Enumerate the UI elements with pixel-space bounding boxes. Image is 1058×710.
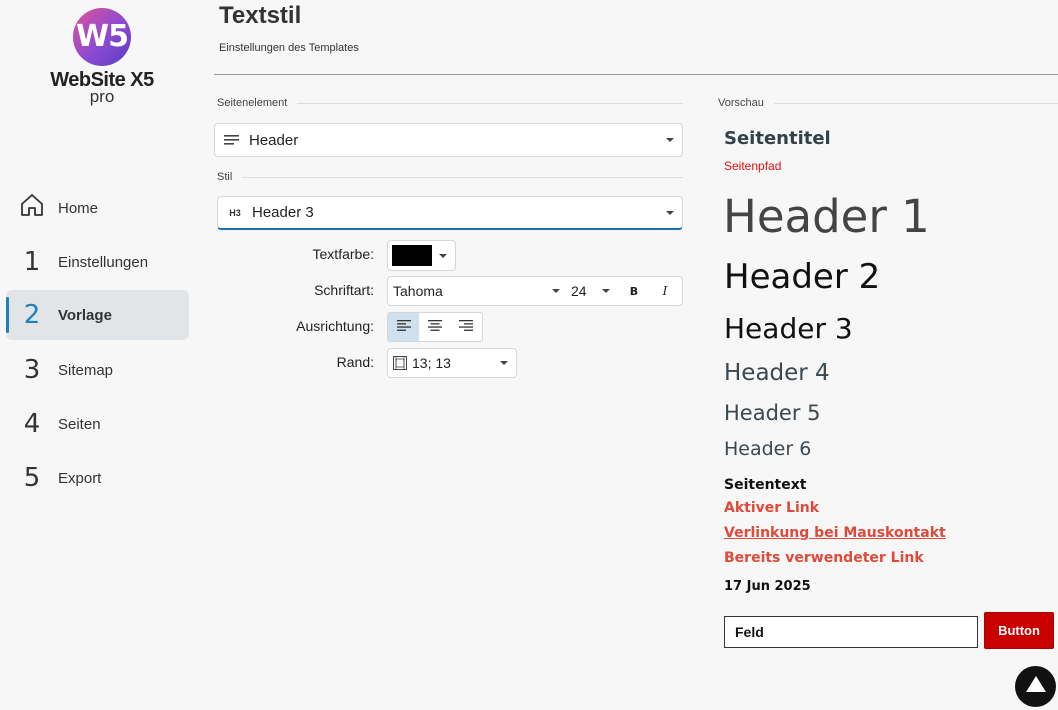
seitenelement-section: Seitenelement	[217, 97, 683, 109]
preview-date: 17 Jun 2025	[724, 579, 811, 594]
chevron-down-icon	[439, 253, 447, 258]
vorschau-label: Vorschau	[718, 97, 764, 109]
align-right-button[interactable]	[450, 313, 481, 341]
section-divider	[297, 102, 683, 104]
preview-visited-link[interactable]: Bereits verwendeter Link	[724, 550, 924, 566]
align-left-icon	[396, 318, 411, 336]
page-title: Textstil	[219, 2, 302, 29]
section-divider	[242, 176, 683, 178]
lines-icon	[215, 134, 249, 146]
app-logo: W5 WebSite X5 pro	[48, 8, 156, 106]
step-number: 2	[23, 300, 41, 330]
preview-hover-link[interactable]: Verlinkung bei Mauskontakt	[724, 525, 946, 541]
chevron-down-icon	[500, 361, 508, 365]
step-number: 5	[23, 463, 41, 493]
margin-icon	[388, 356, 412, 370]
preview-header-2: Header 2	[724, 257, 881, 297]
logo-mark: W5	[73, 8, 131, 66]
preview-header-1: Header 1	[723, 190, 930, 243]
scroll-to-top-button[interactable]	[1015, 666, 1056, 707]
stil-section: Stil	[217, 171, 683, 183]
align-center-icon	[427, 318, 442, 336]
sidebar-item-einstellungen[interactable]: 1 Einstellungen	[6, 237, 189, 287]
chevron-down-icon	[602, 289, 610, 293]
ausrichtung-label: Ausrichtung:	[296, 318, 374, 334]
vorschau-section: Vorschau	[718, 97, 1058, 109]
color-swatch	[392, 245, 432, 266]
sidebar: W5 WebSite X5 pro Home 1 Einstellungen 2…	[0, 0, 200, 710]
sidebar-item-home[interactable]: Home	[6, 183, 189, 233]
home-icon	[6, 192, 58, 225]
triangle-up-icon	[1025, 675, 1047, 698]
sidebar-item-label: Sitemap	[58, 361, 114, 379]
seitenelement-label: Seitenelement	[217, 97, 288, 109]
font-select[interactable]: Tahoma	[388, 277, 568, 305]
sidebar-item-label: Einstellungen	[58, 253, 149, 271]
sidebar-item-seiten[interactable]: 4 Seiten	[6, 399, 189, 449]
preview-field[interactable]: Feld	[724, 616, 978, 648]
align-right-icon	[458, 318, 473, 336]
chevron-down-icon	[666, 210, 674, 215]
sidebar-item-sitemap[interactable]: 3 Sitemap	[6, 345, 189, 395]
seitenelement-dropdown[interactable]: Header	[214, 123, 683, 157]
preview-seitentext: Seitentext	[724, 477, 807, 493]
sidebar-item-label: Vorlage	[58, 306, 112, 324]
bold-button[interactable]: B	[618, 277, 650, 305]
stil-label: Stil	[217, 171, 233, 183]
schriftart-label: Schriftart:	[314, 282, 374, 298]
sidebar-item-export[interactable]: 5 Export	[6, 453, 189, 503]
heading-icon: H3	[229, 207, 241, 218]
sidebar-item-vorlage[interactable]: 2 Vorlage	[6, 290, 189, 340]
textfarbe-picker[interactable]	[387, 240, 456, 271]
preview-header-5: Header 5	[724, 401, 821, 425]
font-value: Tahoma	[393, 283, 443, 299]
rand-label: Rand:	[336, 354, 374, 370]
step-number: 3	[23, 355, 41, 385]
stil-value: Header 3	[252, 204, 314, 221]
rand-dropdown[interactable]: 13; 13	[387, 348, 517, 378]
preview-button[interactable]: Button	[984, 612, 1054, 649]
page-subtitle: Einstellungen des Templates	[219, 42, 359, 54]
logo-sub: pro	[89, 87, 115, 106]
align-center-button[interactable]	[419, 313, 450, 341]
stil-dropdown[interactable]: H3 Header 3	[217, 196, 683, 230]
preview-header-6: Header 6	[724, 438, 812, 460]
step-number: 1	[23, 247, 41, 277]
sidebar-item-label: Seiten	[58, 415, 101, 433]
align-left-button[interactable]	[388, 313, 419, 341]
rand-value: 13; 13	[412, 355, 451, 371]
size-value: 24	[571, 283, 587, 299]
preview-aktiver-link[interactable]: Aktiver Link	[724, 500, 819, 516]
section-divider	[773, 102, 1058, 104]
chevron-down-icon	[552, 289, 560, 293]
sidebar-item-label: Home	[58, 199, 99, 217]
italic-button[interactable]: I	[650, 277, 680, 305]
size-select[interactable]: 24	[568, 277, 618, 305]
header-divider	[214, 74, 1058, 75]
preview-seitentitel: Seitentitel	[724, 128, 831, 149]
textfarbe-label: Textfarbe:	[312, 246, 374, 262]
alignment-group	[387, 312, 483, 342]
preview-header-4: Header 4	[724, 360, 830, 386]
schriftart-controls: Tahoma 24 B I	[387, 276, 683, 306]
chevron-down-icon	[666, 138, 674, 142]
seitenelement-value: Header	[249, 131, 299, 149]
step-number: 4	[23, 409, 41, 439]
preview-seitenpfad: Seitenpfad	[724, 159, 782, 173]
preview-header-3: Header 3	[724, 312, 853, 345]
sidebar-item-label: Export	[58, 469, 102, 487]
